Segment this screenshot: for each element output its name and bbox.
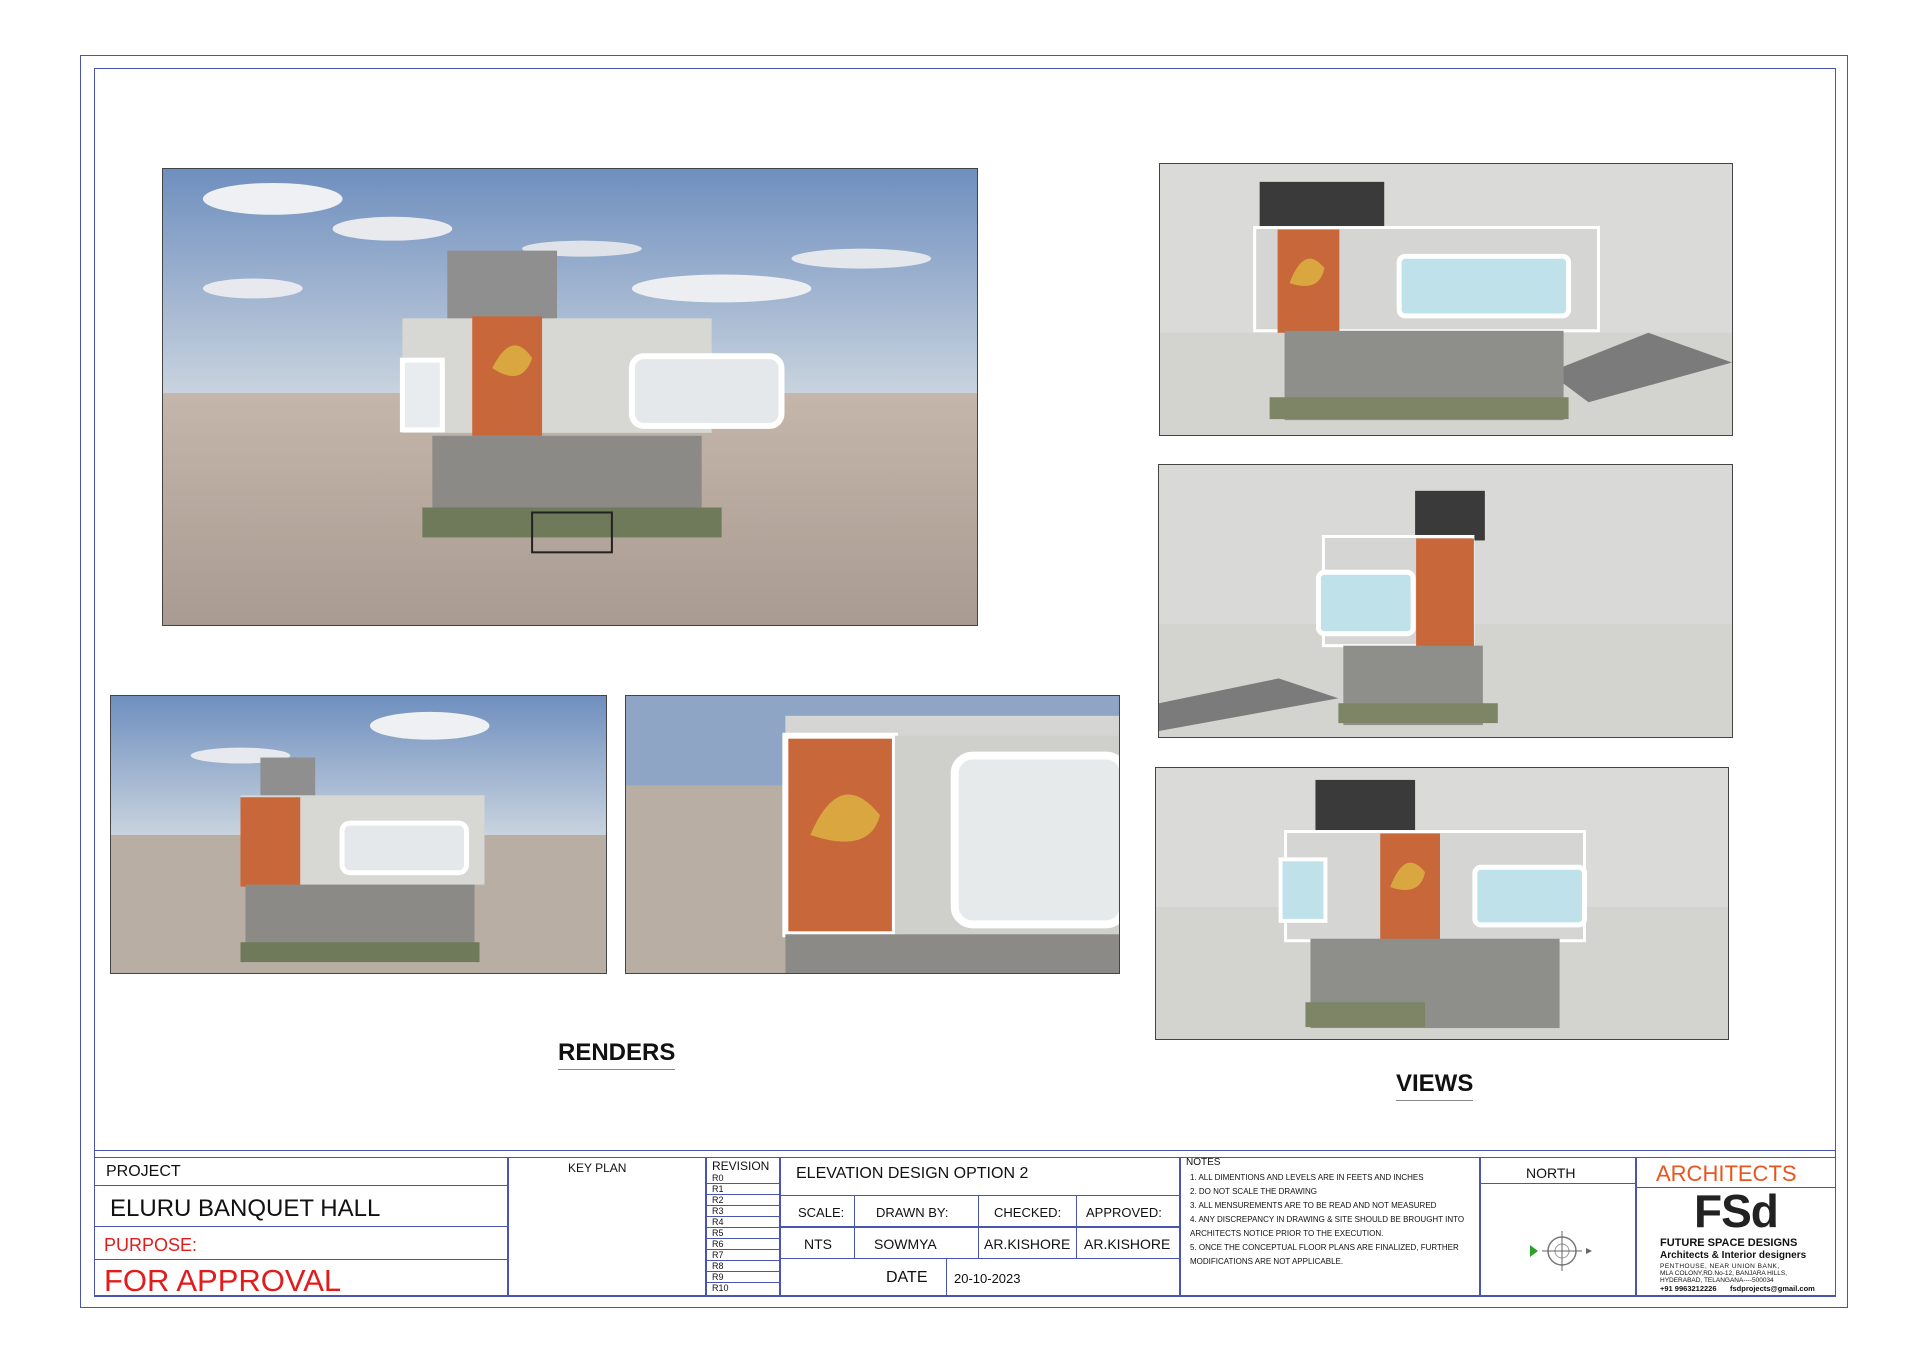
date-value: 20-10-2023 — [954, 1271, 1021, 1286]
note-item: 1. ALL DIMENTIONS AND LEVELS ARE IN FEET… — [1190, 1173, 1424, 1182]
note-item: 4. ANY DISCREPANCY IN DRAWING & SITE SHO… — [1190, 1215, 1465, 1224]
info-col-1 — [854, 1195, 855, 1259]
firm-address-2: MLA COLONY,RD.No-12, BANJARA HILLS, — [1660, 1270, 1788, 1277]
revision-row: R0 — [706, 1173, 780, 1184]
notes-label: NOTES — [1186, 1157, 1221, 1168]
revision-row: R7 — [706, 1250, 780, 1261]
project-label: PROJECT — [106, 1163, 181, 1180]
approved-value: AR.KISHORE — [1084, 1236, 1171, 1252]
firm-logo: FSd — [1694, 1185, 1779, 1237]
revision-row: R5 — [706, 1228, 780, 1239]
revision-list: R0 R1 R2 R3 R4 R5 R6 R7 R8 R9 R10 — [706, 1173, 780, 1294]
north-divider — [1480, 1183, 1636, 1184]
purpose-divider — [94, 1259, 508, 1260]
view-side-elevation — [1158, 464, 1733, 738]
scale-value: NTS — [804, 1236, 832, 1252]
firm-tagline: Architects & Interior designers — [1660, 1250, 1807, 1261]
revision-row: R10 — [712, 1283, 729, 1293]
date-label: DATE — [886, 1269, 928, 1286]
firm-name: FUTURE SPACE DESIGNS — [1660, 1237, 1798, 1249]
key-plan-label: KEY PLAN — [568, 1161, 627, 1175]
views-heading: VIEWS — [1396, 1070, 1474, 1101]
project-name: ELURU BANQUET HALL — [110, 1195, 381, 1222]
purpose-label: PURPOSE: — [104, 1235, 198, 1255]
revision-row: R6 — [706, 1239, 780, 1250]
date-col — [946, 1259, 947, 1297]
drawing-title: ELEVATION DESIGN OPTION 2 — [796, 1165, 1029, 1182]
notes-list: 1. ALL DIMENTIONS AND LEVELS ARE IN FEET… — [1190, 1171, 1464, 1269]
drawn-by-label: DRAWN BY: — [876, 1205, 949, 1220]
firm-address-3: HYDERABAD, TELANGANA----500034 — [1660, 1277, 1774, 1284]
purpose-value: FOR APPROVAL — [104, 1263, 342, 1298]
note-item: 2. DO NOT SCALE THE DRAWING — [1190, 1187, 1317, 1196]
note-item: MODIFICATIONS ARE NOT APPLICABLE. — [1190, 1257, 1344, 1266]
note-item: 3. ALL MENSUREMENTS ARE TO BE READ AND N… — [1190, 1201, 1437, 1210]
render-front-small — [110, 695, 607, 974]
title-block: PROJECT ELURU BANQUET HALL PURPOSE: FOR … — [94, 1150, 1836, 1298]
checked-label: CHECKED: — [994, 1205, 1062, 1220]
scale-label: SCALE: — [798, 1205, 845, 1220]
note-item: ARCHITECTS NOTICE PRIOR TO THE EXECUTION… — [1190, 1229, 1384, 1238]
key-plan-cell — [508, 1157, 706, 1297]
renders-heading: RENDERS — [558, 1039, 676, 1070]
revision-row: R2 — [706, 1195, 780, 1206]
info-col-2 — [978, 1195, 979, 1259]
checked-value: AR.KISHORE — [984, 1236, 1071, 1252]
revision-label: REVISION — [712, 1159, 770, 1173]
architects-label: ARCHITECTS — [1656, 1161, 1797, 1186]
firm-email: fsdprojects@gmail.com — [1730, 1284, 1815, 1293]
note-item: 5. ONCE THE CONCEPTUAL FLOOR PLANS ARE F… — [1190, 1243, 1459, 1252]
approved-label: APPROVED: — [1086, 1205, 1162, 1220]
drawn-by-value: SOWMYA — [874, 1236, 937, 1252]
revision-row: R9 — [706, 1272, 780, 1283]
north-label: NORTH — [1526, 1165, 1576, 1181]
revision-row: R4 — [706, 1217, 780, 1228]
render-main-perspective — [162, 168, 978, 626]
render-closeup — [625, 695, 1120, 974]
info-col-3 — [1076, 1195, 1077, 1259]
view-perspective-elevation — [1155, 767, 1729, 1040]
firm-phone: +91 9963212226 — [1660, 1284, 1717, 1293]
revision-row: R8 — [706, 1261, 780, 1272]
view-front-elevation — [1159, 163, 1733, 436]
firm-address-1: PENTHOUSE, NEAR UNION BANK, — [1660, 1263, 1780, 1270]
revision-row: R3 — [706, 1206, 780, 1217]
revision-row: R1 — [706, 1184, 780, 1195]
north-compass-icon — [1530, 1231, 1592, 1271]
